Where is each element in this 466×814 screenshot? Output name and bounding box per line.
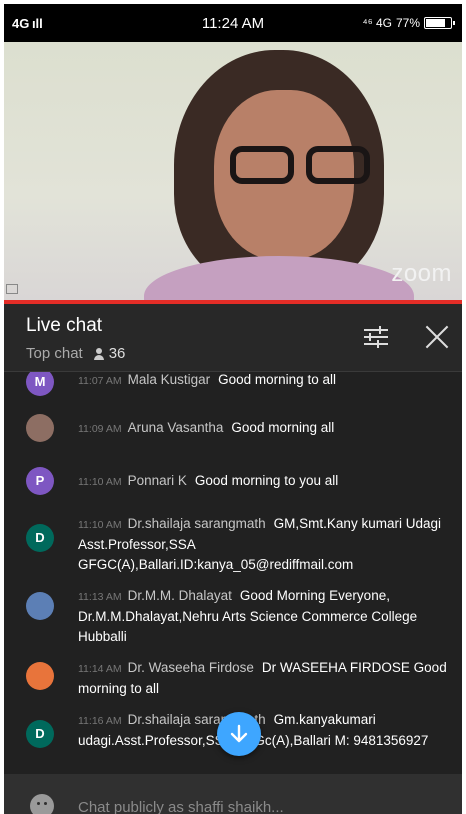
fullscreen-icon[interactable]: [6, 284, 18, 294]
sliders-icon[interactable]: [364, 326, 388, 348]
app-frame: 4G ıll 11:24 AM ⁴⁶ 4G 77% zoom Live chat…: [4, 4, 462, 814]
chat-input-bar: [4, 774, 462, 814]
message-time: 11:09 AM: [78, 423, 122, 435]
message-content: 11:16 AM Dr.shailaja sarangmath Gm.kanyaku…: [78, 710, 450, 751]
live-chat-header: Live chat Top chat 36: [4, 304, 462, 372]
message-time: 11:07 AM: [78, 375, 122, 387]
video-player[interactable]: zoom: [4, 42, 462, 300]
battery-icon: [424, 17, 455, 29]
arrow-down-icon: [230, 724, 248, 743]
message-author[interactable]: Ponnari K: [128, 473, 187, 488]
message-content: 11:13 AM Dr.M.M. Dhalayat Good Morning Eve…: [78, 586, 450, 647]
message-author[interactable]: Dr. Waseeha Firdose: [128, 660, 254, 675]
message-content: 11:14 AM Dr. Waseeha Firdose Dr WASEEHA FI…: [78, 658, 450, 699]
avatar[interactable]: [26, 662, 54, 690]
chat-mode-selector[interactable]: Top chat 36: [26, 345, 125, 362]
message-time: 11:14 AM: [78, 663, 122, 675]
message-content: 11:07 AM Mala Kustigar Good morning to all: [78, 372, 450, 391]
network-indicator: ⁴⁶ 4G: [362, 16, 392, 30]
message-author[interactable]: Mala Kustigar: [128, 372, 211, 387]
avatar[interactable]: [26, 414, 54, 442]
viewer-count: 36: [93, 345, 126, 362]
battery-percent: 77%: [395, 16, 420, 30]
message-time: 11:13 AM: [78, 591, 122, 603]
avatar[interactable]: [26, 592, 54, 620]
speaker-shoulders: [144, 256, 414, 300]
person-icon: [93, 347, 105, 360]
chat-input[interactable]: [78, 796, 438, 814]
avatar[interactable]: P: [26, 467, 54, 495]
message-author[interactable]: Aruna Vasantha: [128, 420, 224, 435]
message-text: Good morning to you all: [194, 473, 339, 488]
zoom-watermark: zoom: [391, 260, 452, 287]
avatar[interactable]: D: [26, 524, 54, 552]
status-bar: 4G ıll 11:24 AM ⁴⁶ 4G 77%: [4, 4, 462, 42]
message-time: 11:10 AM: [78, 519, 122, 531]
avatar[interactable]: D: [26, 720, 54, 748]
message-text: Good morning to all: [218, 372, 336, 387]
viewer-count-value: 36: [108, 345, 126, 362]
message-author[interactable]: Dr.M.M. Dhalayat: [128, 588, 232, 603]
scroll-to-bottom-button[interactable]: [217, 712, 261, 756]
message-time: 11:16 AM: [78, 715, 122, 727]
message-author[interactable]: Dr.shailaja sarangmath: [128, 516, 266, 531]
message-content: 11:10 AM Ponnari K Good morning to you all: [78, 471, 450, 492]
message-content: 11:10 AM Dr.shailaja sarangmath GM,Smt.Kan…: [78, 514, 450, 575]
speaker-glasses: [230, 146, 390, 186]
message-time: 11:10 AM: [78, 476, 122, 488]
emoji-icon[interactable]: [30, 794, 54, 814]
message-content: 11:09 AM Aruna Vasantha Good morning all: [78, 418, 450, 439]
message-text: Good morning all: [231, 420, 335, 435]
close-icon[interactable]: [424, 324, 450, 350]
speaker-video-frame: [144, 50, 414, 300]
avatar[interactable]: M: [26, 372, 54, 396]
chat-mode-label: Top chat: [26, 345, 83, 362]
status-right: ⁴⁶ 4G 77%: [362, 16, 455, 30]
chat-title: Live chat: [26, 315, 103, 336]
